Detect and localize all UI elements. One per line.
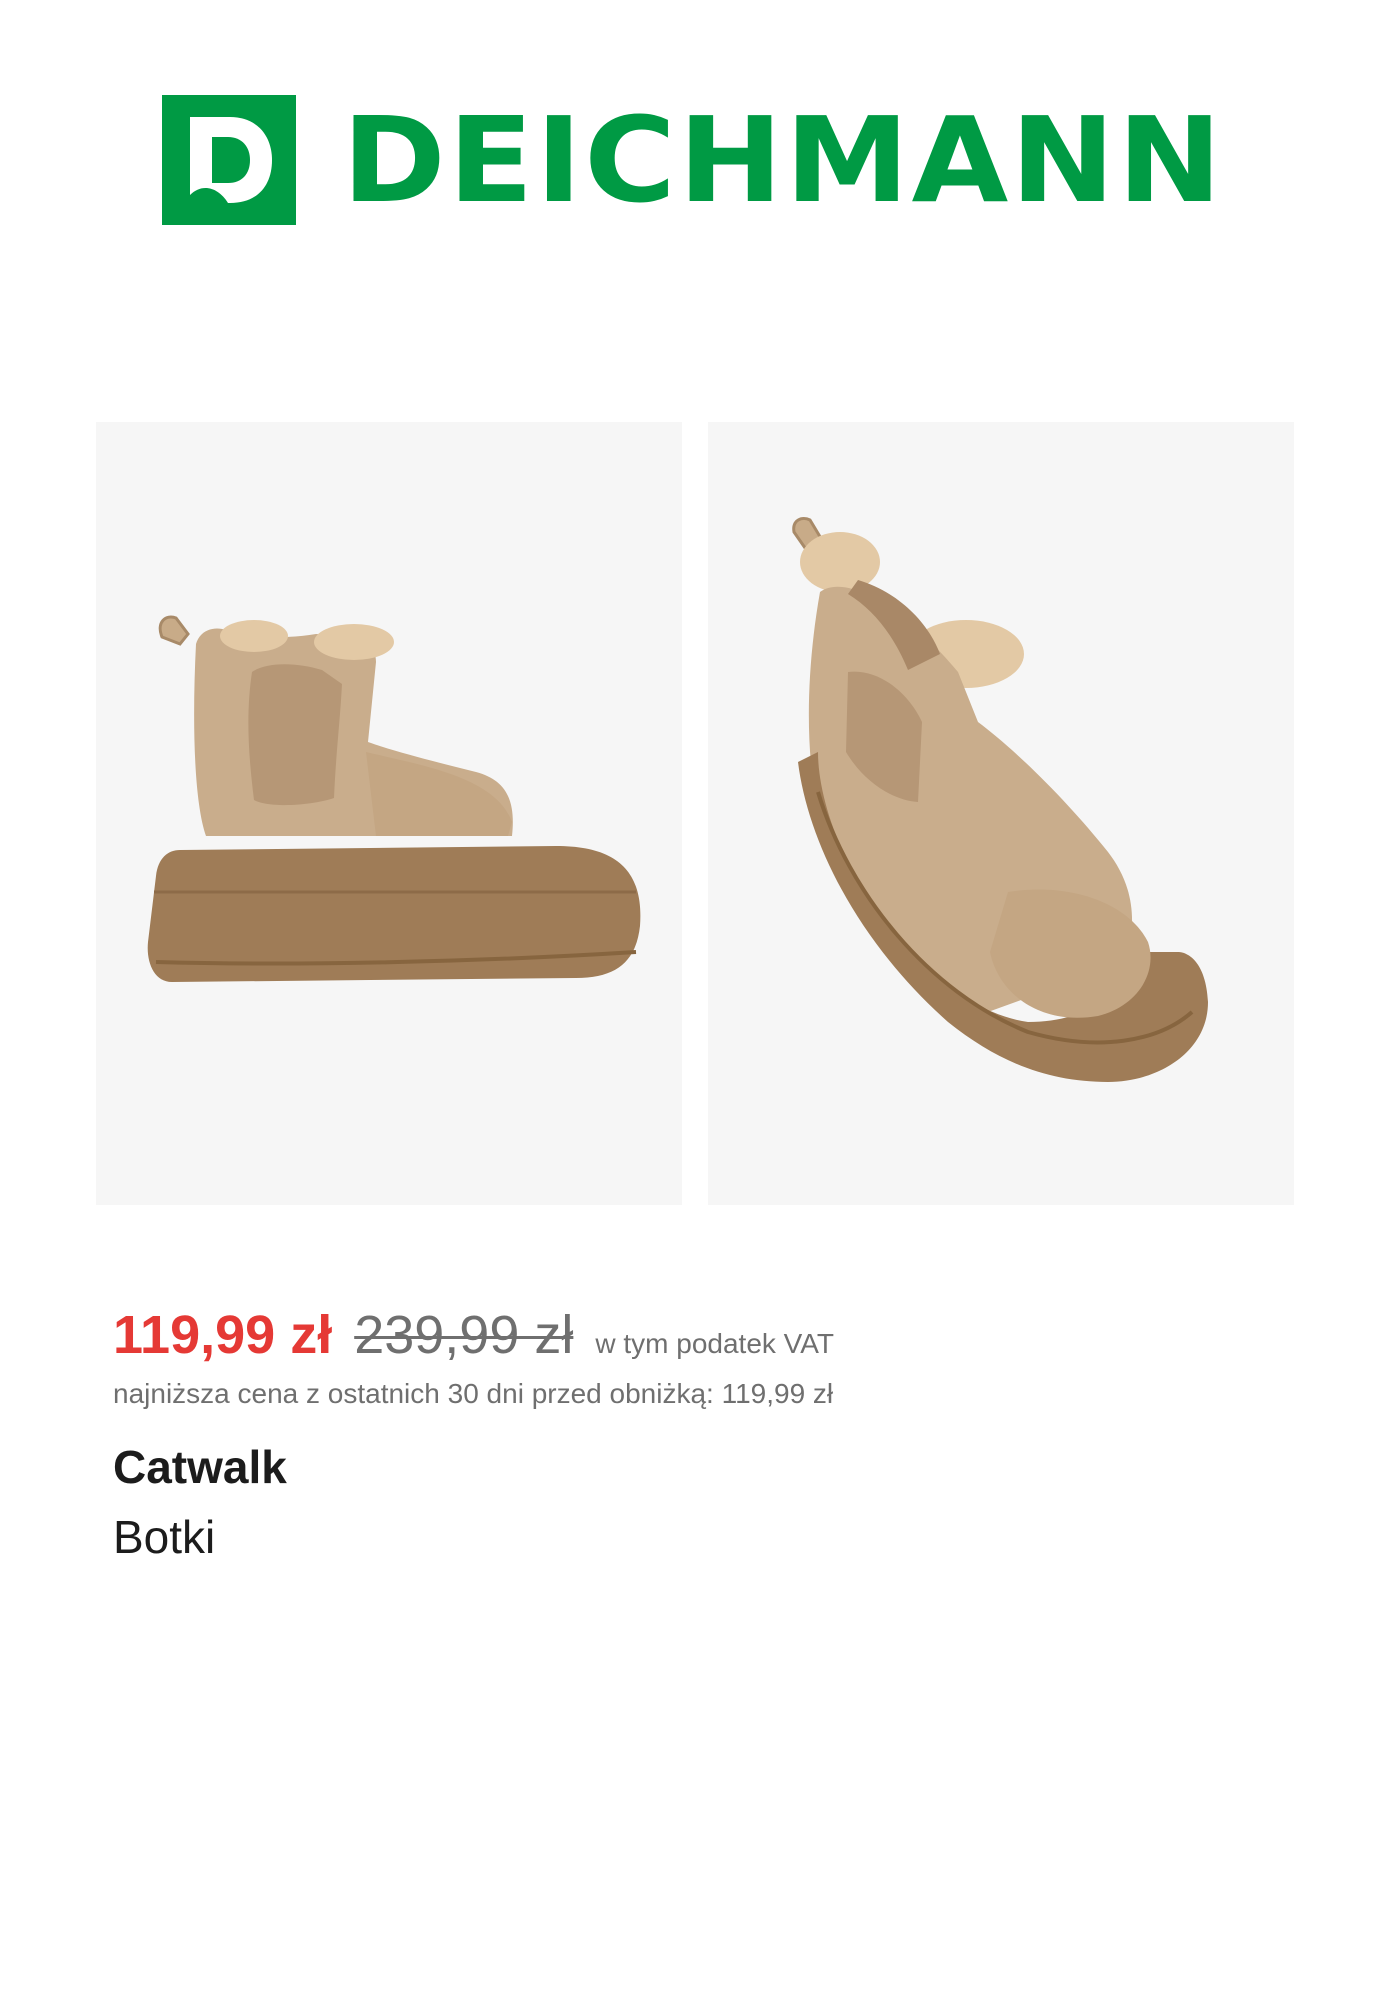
price-row: 119,99 zł 239,99 zł w tym podatek VAT	[113, 1304, 834, 1370]
product-category: Botki	[113, 1511, 216, 1563]
logo-wordmark: DEICHMANN	[342, 91, 1225, 229]
sale-price: 119,99 zł	[113, 1305, 333, 1365]
original-price: 239,99 zł	[354, 1305, 574, 1365]
product-image-side[interactable]	[96, 422, 682, 1205]
deichmann-logo[interactable]: DEICHMANN	[162, 95, 1222, 225]
product-gallery	[96, 422, 1294, 1205]
product-image-angle[interactable]	[708, 422, 1294, 1205]
ankle-boot-side-icon	[147, 615, 641, 982]
product-brand[interactable]: Catwalk	[113, 1440, 287, 1494]
logo-d-mark-icon	[162, 95, 296, 225]
vat-note: w tym podatek VAT	[595, 1328, 834, 1359]
lowest-price-note: najniższa cena z ostatnich 30 dni przed …	[113, 1378, 834, 1409]
ankle-boot-angle-icon	[792, 517, 1208, 1082]
